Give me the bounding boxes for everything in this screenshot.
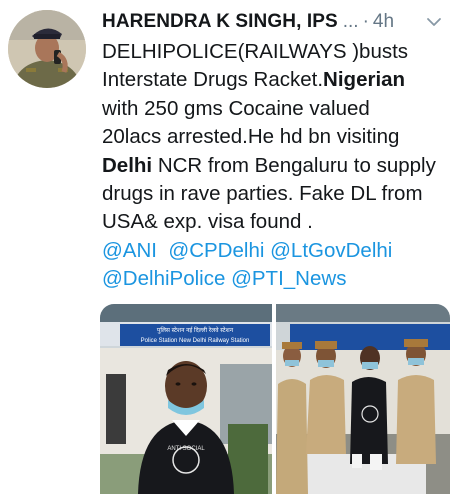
tweet-text-line: DELHIPOLICE(RAILWAYS )busts bbox=[102, 40, 409, 63]
tweet-text-line: 20lacs arrested.He hd bn visiting bbox=[102, 125, 400, 149]
avatar[interactable] bbox=[8, 10, 86, 88]
media-photo-suspect[interactable]: पुलिस स्टेशन नई दिल्ली रेलवे स्टेशन Poli… bbox=[100, 304, 272, 494]
separator-dot: · bbox=[362, 11, 369, 32]
mention-link[interactable]: @ANI bbox=[102, 239, 157, 262]
tweet[interactable]: HARENDRA K SINGH, IPS ... · 4h DELHIPOLI… bbox=[0, 0, 466, 494]
sign-english-text: Police Station New Delhi Railway Station bbox=[141, 338, 250, 344]
tweet-text-line: USA& exp. visa found . bbox=[102, 210, 313, 234]
author-name[interactable]: HARENDRA K SINGH, IPS bbox=[102, 11, 338, 33]
media-photo-police[interactable] bbox=[276, 304, 450, 494]
mention-link[interactable]: @LtGovDelhi bbox=[270, 239, 392, 262]
tweet-media[interactable]: पुलिस स्टेशन नई दिल्ली रेलवे स्टेशन Poli… bbox=[100, 304, 450, 494]
text-bold-segment: Nigerian bbox=[323, 68, 406, 92]
text-bold-segment: Delhi bbox=[102, 153, 153, 177]
sign-hindi-text: पुलिस स्टेशन नई दिल्ली रेलवे स्टेशन bbox=[157, 326, 234, 334]
tweet-text-line: Delhi NCR from Bengaluru to supply bbox=[102, 152, 460, 180]
tshirt-text: ANTI SOCIAL bbox=[167, 446, 205, 452]
tweet-timestamp[interactable]: 4h bbox=[373, 11, 394, 33]
tweet-text-line: with 250 gms Cocaine valued bbox=[102, 96, 370, 120]
text-segment: NCR from Bengaluru to supply bbox=[152, 153, 436, 177]
mention-link[interactable]: @DelhiPolice bbox=[102, 267, 225, 290]
mentions-line: @ANI @CPDelhi @LtGovDelhi bbox=[102, 237, 460, 265]
mentions-line: @DelhiPolice @PTI_News bbox=[102, 265, 460, 293]
tweet-text: DELHIPOLICE(RAILWAYS )busts Interstate D… bbox=[102, 38, 460, 294]
mention-link[interactable]: @PTI_News bbox=[231, 267, 346, 290]
author-handle-ellipsis[interactable]: ... bbox=[343, 11, 359, 33]
tweet-text-line: Interstate Drugs Racket.Nigerian bbox=[102, 66, 460, 94]
mention-link[interactable]: @CPDelhi bbox=[168, 239, 264, 262]
tweet-header: HARENDRA K SINGH, IPS ... · 4h bbox=[102, 10, 458, 34]
tweet-text-line: drugs in rave parties. Fake DL from bbox=[102, 182, 423, 206]
avatar-image bbox=[8, 10, 86, 88]
chevron-down-icon[interactable] bbox=[426, 14, 442, 35]
text-segment: Interstate Drugs Racket. bbox=[102, 68, 324, 92]
